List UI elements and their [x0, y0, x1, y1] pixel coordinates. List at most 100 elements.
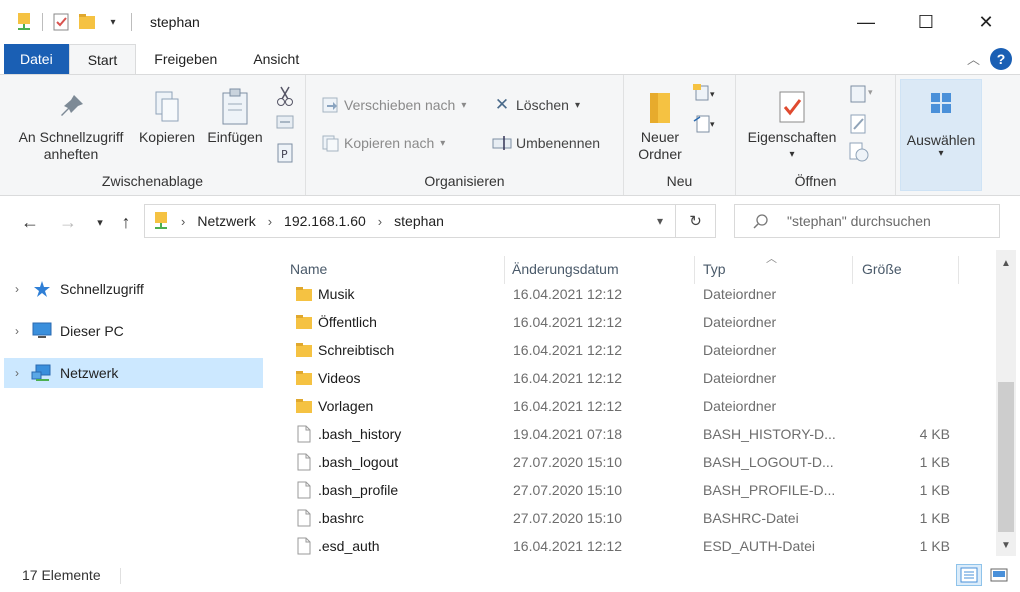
file-type: Dateiordner [703, 286, 777, 302]
expand-icon[interactable]: › [4, 282, 30, 296]
properties-button[interactable]: Eigenschaften ▾ [740, 85, 844, 163]
expand-icon[interactable]: › [4, 324, 30, 338]
file-type: Dateiordner [703, 342, 777, 358]
file-row[interactable]: .bash_logout 27.07.2020 15:10 BASH_LOGOUT-… [290, 448, 970, 476]
file-row[interactable]: Öffentlich 16.04.2021 12:12 Dateiordner [290, 308, 970, 336]
file-row[interactable]: .esd_auth 16.04.2021 12:12 ESD_AUTH-Datei 1… [290, 532, 970, 560]
chevron-down-icon: ▾ [938, 148, 944, 159]
tab-share[interactable]: Freigeben [136, 44, 235, 74]
tab-start[interactable]: Start [68, 44, 137, 74]
file-type: BASH_HISTORY-D... [703, 426, 836, 442]
file-size: 4 KB [919, 426, 950, 442]
file-row[interactable]: .bash_profile 27.07.2020 15:10 BASH_PROFIL… [290, 476, 970, 504]
folder-icon [294, 364, 314, 392]
pin-quick-access-button[interactable]: An Schnellzugriff anheften [10, 85, 132, 163]
easy-access-icon[interactable]: ▾ [692, 113, 718, 135]
help-icon[interactable]: ? [990, 48, 1012, 70]
file-icon [294, 420, 314, 448]
scroll-up-arrow[interactable]: ▲ [996, 254, 1016, 272]
file-icon [294, 448, 314, 476]
nav-item-this-pc[interactable]: › Dieser PC [4, 316, 263, 346]
select-grid-icon [901, 90, 981, 116]
file-size [890, 364, 950, 392]
nav-item-quick-access[interactable]: › Schnellzugriff [4, 274, 263, 304]
rename-button[interactable]: Umbenennen [492, 133, 600, 153]
folder-icon [294, 392, 314, 420]
file-name: Vorlagen [318, 398, 374, 414]
file-type: BASH_PROFILE-D... [703, 482, 836, 498]
search-box[interactable]: "stephan" durchsuchen [734, 204, 1000, 238]
delete-icon: ✕ [494, 95, 510, 114]
delete-button[interactable]: ✕ Löschen ▾ [492, 95, 580, 115]
file-row[interactable]: .bashrc 27.07.2020 15:10 BASHRC-Datei 1 KB [290, 504, 970, 532]
title-bar: ▾ stephan — ☐ ✕ [0, 0, 1020, 44]
file-icon [294, 532, 314, 560]
tab-file[interactable]: Datei [4, 44, 69, 74]
paste-shortcut-icon[interactable]: P [276, 143, 294, 163]
scrollbar-thumb[interactable] [998, 382, 1014, 532]
file-size [890, 308, 950, 336]
breadcrumb-folder[interactable]: stephan [394, 213, 444, 229]
nav-item-network[interactable]: › Netzwerk [4, 358, 263, 388]
customize-toolbar-icon[interactable]: ▾ [103, 11, 123, 33]
file-row[interactable]: Vorlagen 16.04.2021 12:12 Dateiordner [290, 392, 970, 420]
new-folder-icon[interactable] [77, 11, 97, 33]
file-row[interactable]: Musik 16.04.2021 12:12 Dateiordner [290, 280, 970, 308]
file-date: 16.04.2021 12:12 [513, 398, 622, 414]
select-button[interactable]: Auswählen ▾ [900, 79, 982, 191]
file-row[interactable]: Schreibtisch 16.04.2021 12:12 Dateiordner [290, 336, 970, 364]
svg-text:▾: ▾ [710, 90, 715, 100]
chevron-down-icon: ▾ [574, 99, 580, 111]
folder-icon [294, 336, 314, 364]
file-row[interactable]: .bash_history 19.04.2021 07:18 BASH_HISTOR… [290, 420, 970, 448]
file-date: 19.04.2021 07:18 [513, 426, 622, 442]
edit-icon[interactable] [848, 113, 870, 135]
file-name: .bashrc [318, 510, 364, 526]
up-button[interactable]: ↑ [114, 210, 138, 234]
file-row[interactable]: Videos 16.04.2021 12:12 Dateiordner [290, 364, 970, 392]
refresh-button[interactable]: ↻ [676, 204, 716, 238]
cut-icon[interactable] [276, 85, 294, 107]
scroll-down-arrow[interactable]: ▼ [996, 536, 1016, 554]
back-button[interactable]: ← [18, 210, 42, 234]
search-input[interactable]: "stephan" durchsuchen [787, 213, 931, 229]
network-icon [30, 363, 54, 383]
tab-view[interactable]: Ansicht [235, 44, 317, 74]
new-item-icon[interactable]: ▾ [692, 83, 718, 105]
address-bar[interactable]: › Netzwerk › 192.168.1.60 › stephan ▾ [144, 204, 676, 238]
copy-to-button[interactable]: Kopieren nach ▾ [320, 133, 445, 153]
open-icon[interactable]: ▾ [848, 83, 878, 105]
new-group: Neuer Ordner ▾ ▾ Neu [624, 75, 736, 195]
file-name: .bash_profile [318, 482, 399, 498]
maximize-button[interactable]: ☐ [900, 0, 952, 44]
breadcrumb-host[interactable]: 192.168.1.60 [284, 213, 366, 229]
forward-button[interactable]: → [56, 210, 80, 234]
new-folder-icon [628, 85, 692, 129]
history-icon[interactable] [848, 141, 870, 163]
expand-icon[interactable]: › [4, 366, 30, 380]
new-folder-button[interactable]: Neuer Ordner [628, 85, 692, 163]
file-list: Name Änderungsdatum ︿ Typ Größe Musik 16.… [266, 250, 996, 556]
minimize-button[interactable]: — [840, 0, 892, 44]
recent-locations-button[interactable]: ▾ [88, 210, 112, 234]
breadcrumb-network[interactable]: Netzwerk [197, 213, 255, 229]
collapse-ribbon-icon[interactable]: ︿ [967, 49, 980, 68]
details-view-button[interactable] [956, 564, 982, 586]
copy-button[interactable]: Kopieren [134, 85, 200, 146]
close-button[interactable]: ✕ [960, 0, 1012, 44]
properties-icon[interactable] [51, 11, 71, 33]
status-divider [120, 568, 121, 584]
move-to-icon [320, 95, 340, 115]
large-icons-view-button[interactable] [986, 564, 1012, 586]
move-to-button[interactable]: Verschieben nach ▾ [320, 95, 466, 115]
address-dropdown-icon[interactable]: ▾ [657, 214, 663, 228]
rename-icon [492, 133, 512, 153]
file-name: Öffentlich [318, 314, 377, 330]
file-name: Schreibtisch [318, 342, 395, 358]
vertical-scrollbar[interactable]: ▲ ▼ [996, 250, 1016, 556]
file-date: 16.04.2021 12:12 [513, 370, 622, 386]
file-date: 27.07.2020 15:10 [513, 454, 622, 470]
paste-button[interactable]: Einfügen [202, 85, 268, 146]
file-icon [294, 476, 314, 504]
copy-path-icon[interactable] [276, 115, 294, 129]
